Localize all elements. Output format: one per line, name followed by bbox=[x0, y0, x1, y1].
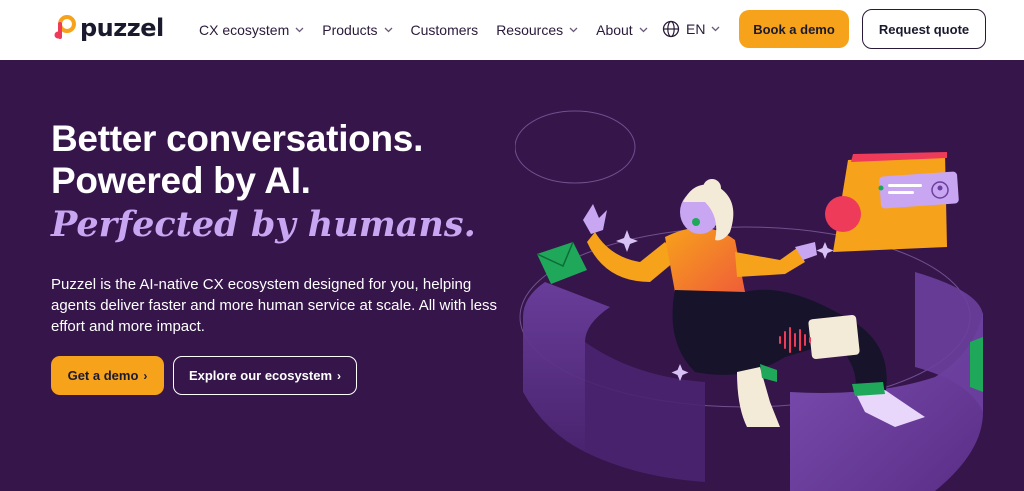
nav-label: CX ecosystem bbox=[199, 22, 290, 38]
language-selector[interactable]: EN bbox=[662, 20, 720, 38]
hero-description: Puzzel is the AI-native CX ecosystem des… bbox=[51, 276, 498, 335]
brand-name: puzzel bbox=[80, 14, 164, 42]
chevron-down-icon bbox=[569, 27, 578, 33]
puzzel-logo[interactable]: puzzel bbox=[54, 14, 164, 42]
chevron-right-icon: › bbox=[337, 368, 342, 383]
request-quote-button[interactable]: Request quote bbox=[862, 9, 986, 49]
nav-item-products[interactable]: Products bbox=[322, 22, 392, 38]
explore-ecosystem-button[interactable]: Explore our ecosystem › bbox=[173, 356, 357, 395]
get-demo-label: Get a demo bbox=[67, 368, 139, 383]
get-demo-button[interactable]: Get a demo › bbox=[51, 356, 164, 395]
ring-accent bbox=[970, 337, 983, 392]
sparkle-icon bbox=[616, 230, 638, 252]
hero-illustration bbox=[515, 110, 983, 491]
chevron-down-icon bbox=[639, 27, 648, 33]
nav-item-resources[interactable]: Resources bbox=[496, 22, 578, 38]
hero-headline-line-1: Better conversations. bbox=[51, 118, 424, 159]
main-nav: CX ecosystem Products Customers Resource… bbox=[199, 0, 666, 60]
nav-label: Products bbox=[322, 22, 378, 38]
sparkle-icon bbox=[816, 242, 834, 259]
chevron-right-icon: › bbox=[143, 368, 148, 383]
chevron-down-icon bbox=[711, 26, 720, 32]
puzzel-logo-icon bbox=[54, 15, 76, 39]
nav-item-customers[interactable]: Customers bbox=[411, 22, 479, 38]
hero-headline-line-3: Perfected by humans. bbox=[51, 204, 476, 245]
globe-icon bbox=[662, 20, 680, 38]
orbit-line bbox=[515, 110, 636, 184]
nav-label: Resources bbox=[496, 22, 564, 38]
nav-label: About bbox=[596, 22, 633, 38]
book-demo-button[interactable]: Book a demo bbox=[739, 10, 849, 48]
chat-card bbox=[825, 152, 959, 252]
envelope-icon bbox=[536, 241, 587, 284]
explore-ecosystem-label: Explore our ecosystem bbox=[188, 368, 333, 383]
chevron-down-icon bbox=[295, 27, 304, 33]
language-label: EN bbox=[686, 21, 706, 37]
nav-label: Customers bbox=[410, 22, 479, 38]
site-header: puzzel CX ecosystem Products Customers R… bbox=[0, 0, 1024, 60]
nav-item-about[interactable]: About bbox=[596, 22, 648, 38]
hero-headline-line-2: Powered by AI. bbox=[51, 160, 311, 201]
ring-segment-front bbox=[585, 342, 705, 482]
nav-item-cx-ecosystem[interactable]: CX ecosystem bbox=[199, 22, 304, 38]
chevron-down-icon bbox=[384, 27, 392, 33]
